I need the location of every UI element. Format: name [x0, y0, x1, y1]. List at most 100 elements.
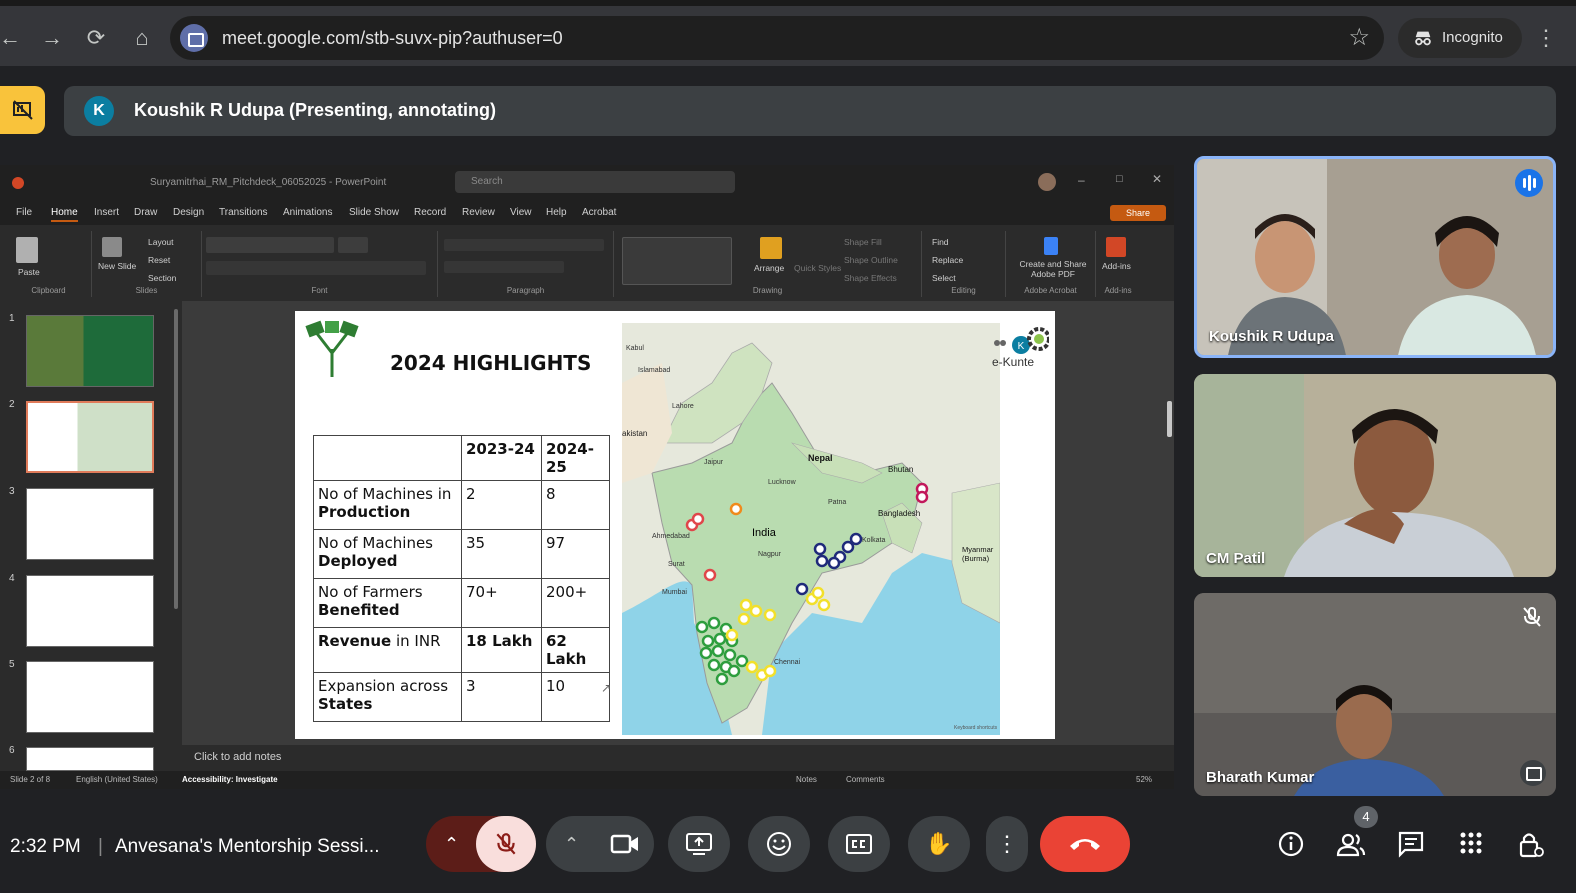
ppt-share-button[interactable]: Share	[1110, 205, 1166, 221]
menu-help[interactable]: Help	[546, 207, 567, 218]
menu-review[interactable]: Review	[462, 207, 495, 218]
captions-icon	[846, 834, 872, 854]
video-options-chevron-icon[interactable]: ⌃	[564, 816, 579, 872]
present-screen-button[interactable]	[668, 816, 730, 872]
reload-icon[interactable]: ⟳	[78, 20, 114, 56]
mic-toggle-button[interactable]	[476, 816, 536, 872]
people-button[interactable]	[1336, 830, 1366, 860]
paste-label[interactable]: Paste	[18, 267, 40, 277]
addins-icon[interactable]	[1106, 237, 1126, 257]
section-label[interactable]: Section	[148, 273, 176, 283]
reset-label[interactable]: Reset	[148, 255, 170, 265]
more-options-button[interactable]: ⋮	[986, 816, 1028, 872]
forward-icon[interactable]: →	[34, 20, 70, 56]
browser-menu-icon[interactable]: ⋮	[1532, 20, 1560, 56]
reactions-button[interactable]	[748, 816, 810, 872]
status-comments[interactable]: Comments	[846, 775, 885, 784]
leave-call-button[interactable]	[1040, 816, 1130, 872]
menu-file[interactable]: File	[16, 207, 32, 218]
participant-tile-cm-patil[interactable]: CM Patil	[1194, 374, 1556, 577]
address-bar[interactable]: meet.google.com/stb-suvx-pip?authuser=0 …	[170, 16, 1384, 60]
font-name-select[interactable]	[206, 237, 334, 253]
presentation-layout-icon[interactable]	[0, 86, 45, 134]
font-size-select[interactable]	[338, 237, 368, 253]
replace-label[interactable]: Replace	[932, 255, 963, 265]
participant-tile-koushik[interactable]: Koushik R Udupa	[1194, 156, 1556, 358]
slide-thumbnail-6[interactable]	[26, 747, 154, 771]
site-info-icon[interactable]	[180, 24, 208, 52]
ribbon-editing: Find Replace Select Editing	[922, 231, 1006, 297]
restore-icon[interactable]: □	[1116, 173, 1123, 185]
adobe-pdf-icon[interactable]	[1044, 237, 1058, 255]
shape-fill-label[interactable]: Shape Fill	[844, 237, 882, 247]
home-icon[interactable]: ⌂	[124, 20, 160, 56]
info-icon	[1278, 831, 1304, 857]
addins-label[interactable]: Add-ins	[1102, 261, 1131, 271]
select-label[interactable]: Select	[932, 273, 956, 283]
captions-button[interactable]	[828, 816, 890, 872]
url-text[interactable]: meet.google.com/stb-suvx-pip?authuser=0	[222, 28, 563, 49]
font-format-buttons[interactable]	[206, 261, 426, 275]
meeting-details-button[interactable]	[1276, 830, 1306, 860]
ppt-search-box[interactable]: Search	[455, 171, 735, 193]
paragraph-align-buttons[interactable]	[444, 261, 564, 273]
arrange-label[interactable]: Arrange	[754, 263, 784, 273]
menu-insert[interactable]: Insert	[94, 207, 119, 218]
status-language[interactable]: English (United States)	[76, 775, 158, 784]
pin-tile-icon[interactable]	[1520, 760, 1546, 786]
canvas-scrollbar[interactable]	[1167, 401, 1172, 437]
bookmark-star-icon[interactable]: ☆	[1348, 24, 1370, 52]
more-vert-icon: ⋮	[996, 831, 1018, 856]
meeting-title[interactable]: Anvesana's Mentorship Sessi...	[115, 836, 379, 858]
menu-acrobat[interactable]: Acrobat	[582, 207, 616, 218]
table-header-row: 2023-24 2024-25	[313, 435, 610, 481]
find-label[interactable]: Find	[932, 237, 949, 247]
slide-thumbnail-3[interactable]	[26, 488, 154, 560]
activities-button[interactable]	[1456, 830, 1486, 860]
slide-thumbnail-5[interactable]	[26, 661, 154, 733]
menu-design[interactable]: Design	[173, 207, 204, 218]
camera-icon[interactable]	[610, 833, 640, 855]
participant-tile-bharath[interactable]: Bharath Kumar	[1194, 593, 1556, 796]
audio-options-chevron-icon[interactable]: ⌃	[444, 816, 459, 872]
menu-view[interactable]: View	[510, 207, 532, 218]
current-slide[interactable]: 2024 HIGHLIGHTS 2023-24 2024-25 No of Ma…	[295, 311, 1055, 739]
shape-outline-label[interactable]: Shape Outline	[844, 255, 898, 265]
host-controls-button[interactable]	[1516, 830, 1546, 860]
slide-thumbnail-2[interactable]	[26, 401, 154, 473]
status-zoom[interactable]: 52%	[1136, 775, 1152, 784]
map-marker-green	[707, 616, 721, 630]
back-icon[interactable]: ←	[0, 20, 28, 56]
ppt-user-avatar[interactable]	[1038, 173, 1056, 191]
paragraph-list-buttons[interactable]	[444, 239, 604, 251]
menu-transitions[interactable]: Transitions	[219, 207, 268, 218]
menu-draw[interactable]: Draw	[134, 207, 157, 218]
slide-thumbnail-4[interactable]	[26, 575, 154, 647]
quick-styles-label[interactable]: Quick Styles	[794, 263, 841, 273]
menu-record[interactable]: Record	[414, 207, 446, 218]
new-slide-label[interactable]: New Slide	[98, 261, 136, 271]
create-share-pdf-label[interactable]: Create and Share Adobe PDF	[1014, 259, 1092, 279]
shapes-gallery[interactable]	[622, 237, 732, 285]
arrange-icon[interactable]	[760, 237, 782, 259]
minimize-icon[interactable]: –	[1078, 173, 1085, 187]
menu-slide-show[interactable]: Slide Show	[349, 207, 399, 218]
status-notes[interactable]: Notes	[796, 775, 817, 784]
menu-home[interactable]: Home	[51, 207, 78, 222]
incognito-indicator[interactable]: Incognito	[1398, 18, 1522, 58]
close-icon[interactable]: ✕	[1152, 172, 1162, 186]
shape-effects-label[interactable]: Shape Effects	[844, 273, 897, 283]
slide-thumbnail-pane: 1 2 3 4 5 6	[0, 301, 182, 771]
notes-placeholder[interactable]: Click to add notes	[194, 751, 281, 763]
chat-button[interactable]	[1396, 830, 1426, 860]
status-accessibility[interactable]: Accessibility: Investigate	[182, 775, 278, 784]
layout-label[interactable]: Layout	[148, 237, 174, 247]
slide-thumbnail-1[interactable]	[26, 315, 154, 387]
thumbnail-scrollbar[interactable]	[174, 309, 178, 609]
new-slide-icon[interactable]	[102, 237, 122, 257]
notes-pane[interactable]: Click to add notes	[182, 745, 1174, 771]
ppt-title-bar: Suryamitrhai_RM_Pitchdeck_06052025 - Pow…	[0, 165, 1174, 201]
raise-hand-button[interactable]: ✋	[908, 816, 970, 872]
menu-animations[interactable]: Animations	[283, 207, 332, 218]
paste-icon[interactable]	[16, 237, 38, 263]
